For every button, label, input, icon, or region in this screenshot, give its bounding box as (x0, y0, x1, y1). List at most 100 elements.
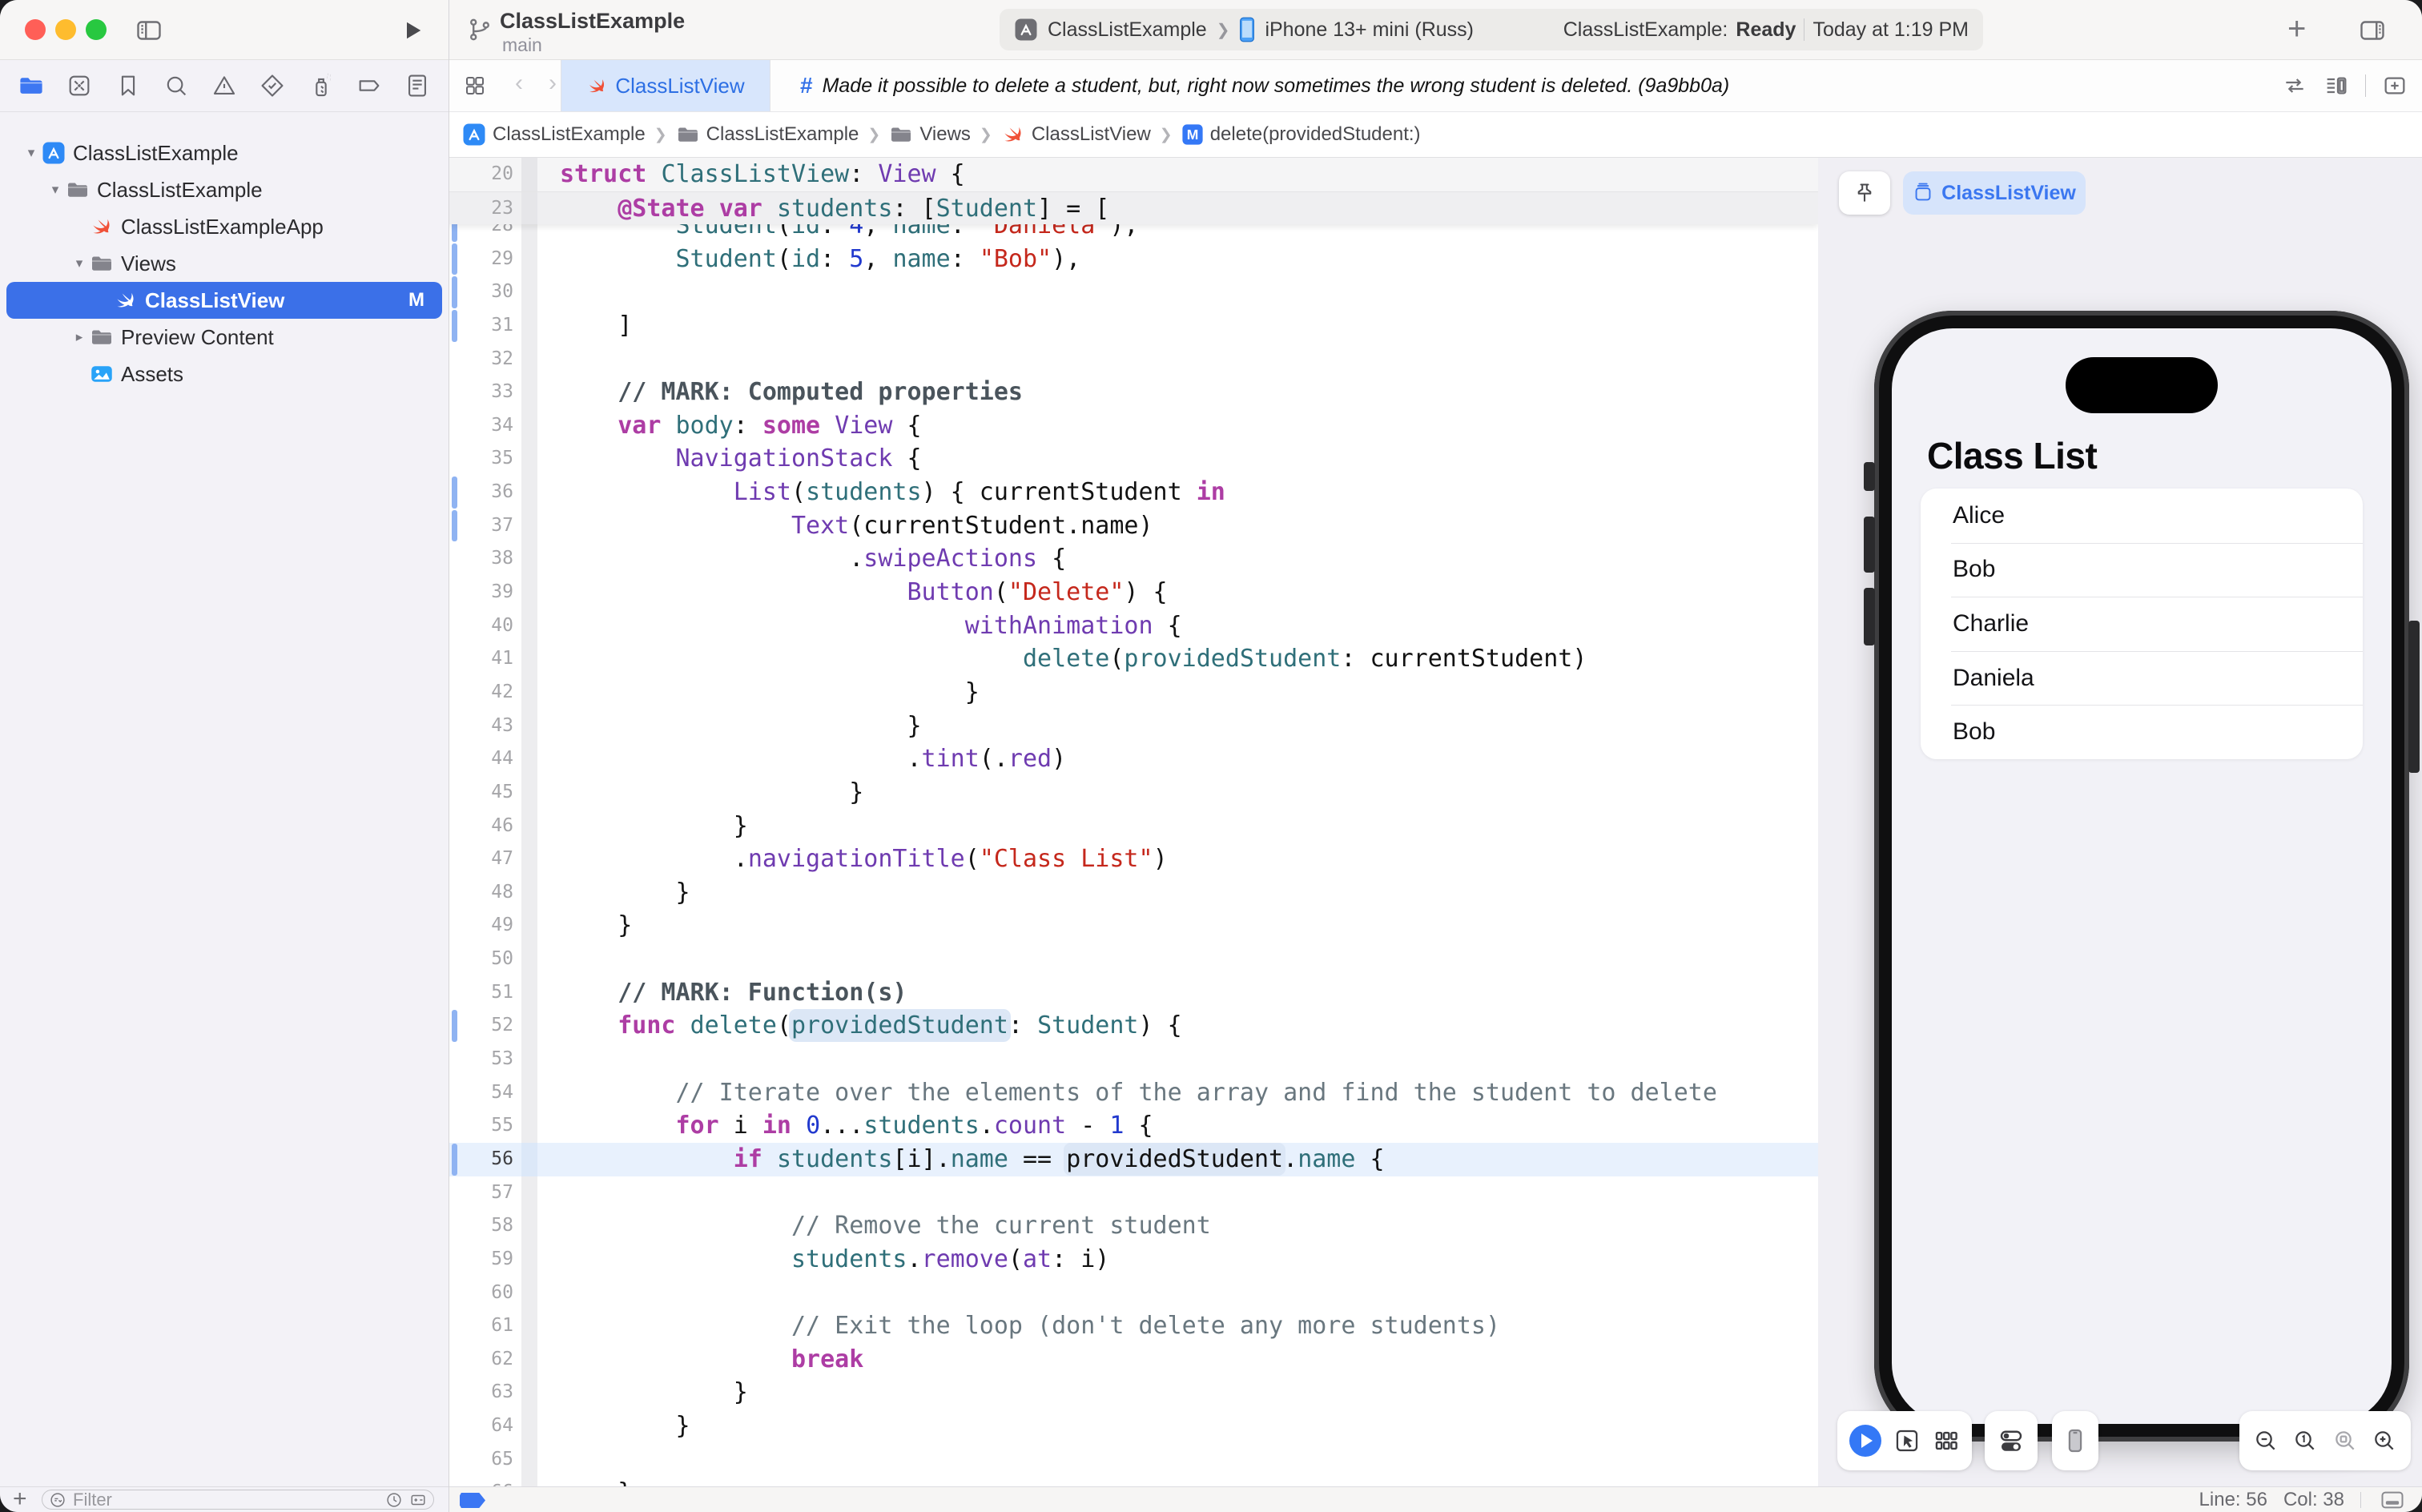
code-line-60[interactable]: 60 (449, 1276, 1818, 1310)
focus-ribbon[interactable] (521, 809, 537, 843)
focus-ribbon[interactable] (521, 1142, 537, 1176)
code-line-41[interactable]: 41 delete(providedStudent: currentStuden… (449, 642, 1818, 676)
code-line-53[interactable]: 53 (449, 1043, 1818, 1076)
source-control-filter-icon[interactable] (409, 1491, 427, 1509)
code-line-32[interactable]: 32 (449, 342, 1818, 376)
sidebar-item-classlistview[interactable]: ClassListView M (6, 282, 442, 319)
swap-editors-icon[interactable] (2282, 73, 2307, 99)
sidebar-item-preview-content[interactable]: ▸ Preview Content (0, 319, 449, 356)
code-lines[interactable]: 28 Student(id: 4, name: "Daniela"), 29 St… (449, 209, 1818, 1486)
focus-ribbon[interactable] (521, 1409, 537, 1443)
focus-ribbon[interactable] (521, 1076, 537, 1110)
code-line-54[interactable]: 54 // Iterate over the elements of the a… (449, 1076, 1818, 1110)
preview-target-pill[interactable]: ClassListView (1903, 171, 2086, 215)
code-line-61[interactable]: 61 // Exit the loop (don't delete any mo… (449, 1309, 1818, 1343)
navigator-tab-project-icon[interactable] (18, 72, 45, 99)
student-row[interactable]: Alice (1921, 489, 2363, 543)
toggle-inspector-icon[interactable] (2358, 16, 2387, 45)
navigator-tab-find-icon[interactable] (163, 72, 190, 99)
focus-ribbon[interactable] (521, 576, 537, 609)
code-line-43[interactable]: 43 } (449, 709, 1818, 743)
code-line-29[interactable]: 29 Student(id: 5, name: "Bob"), (449, 242, 1818, 276)
minimize-window-button[interactable] (55, 19, 76, 40)
focus-ribbon[interactable] (521, 509, 537, 543)
focus-ribbon[interactable] (521, 275, 537, 309)
code-line-63[interactable]: 63 } (449, 1376, 1818, 1410)
code-line-42[interactable]: 42 } (449, 675, 1818, 710)
recent-files-icon[interactable] (385, 1491, 403, 1509)
code-line-51[interactable]: 51 // MARK: Function(s) (449, 975, 1818, 1010)
toggle-navigator-icon[interactable] (135, 16, 163, 45)
run-button[interactable] (397, 16, 426, 45)
focus-ribbon[interactable] (521, 1442, 537, 1477)
chevron-down-icon[interactable]: ▾ (69, 255, 90, 271)
code-line-62[interactable]: 62 break (449, 1342, 1818, 1377)
tab-classlistview[interactable]: ClassListView (561, 60, 770, 111)
code-line-20[interactable]: 20 struct ClassListView: View { (449, 158, 1818, 191)
chevron-right-icon[interactable]: ▸ (69, 329, 90, 345)
focus-ribbon[interactable] (521, 158, 537, 191)
navigator-tab-bookmarks-icon[interactable] (115, 72, 142, 99)
code-line-59[interactable]: 59 students.remove(at: i) (449, 1242, 1818, 1277)
breadcrumb-item[interactable]: ClassListExample (462, 123, 646, 147)
code-line-56[interactable]: 56 if students[i].name == providedStuden… (449, 1142, 1818, 1176)
code-line-65[interactable]: 65 (449, 1442, 1818, 1477)
focus-ribbon[interactable] (521, 1276, 537, 1310)
zoom-in-icon[interactable] (2372, 1428, 2397, 1454)
code-line-30[interactable]: 30 (449, 275, 1818, 309)
device-icon[interactable] (2062, 1427, 2089, 1454)
breadcrumb-item[interactable]: ClassListExample (676, 123, 859, 147)
focus-ribbon[interactable] (521, 376, 537, 409)
filter-input[interactable]: Filter (42, 1490, 434, 1510)
close-window-button[interactable] (25, 19, 46, 40)
focus-ribbon[interactable] (521, 709, 537, 743)
tab-overview-icon[interactable] (463, 74, 487, 98)
code-line-37[interactable]: 37 Text(currentStudent.name) (449, 509, 1818, 543)
focus-ribbon[interactable] (521, 1009, 537, 1044)
focus-ribbon[interactable] (521, 308, 537, 343)
library-add-icon[interactable]: + (2287, 11, 2306, 47)
chevron-down-icon[interactable]: ▾ (45, 182, 66, 198)
code-line-49[interactable]: 49 } (449, 909, 1818, 943)
focus-ribbon[interactable] (521, 242, 537, 276)
focus-ribbon[interactable] (521, 1376, 537, 1410)
code-line-64[interactable]: 64 } (449, 1409, 1818, 1443)
sidebar-item-views[interactable]: ▾ Views (0, 245, 449, 282)
focus-ribbon[interactable] (521, 1209, 537, 1243)
focus-ribbon[interactable] (521, 1309, 537, 1343)
sidebar-item-classlistexample[interactable]: ▾ ClassListExample (0, 135, 449, 171)
add-editor-icon[interactable] (2382, 73, 2408, 99)
navigator-tab-reports-icon[interactable] (404, 72, 431, 99)
student-row[interactable]: Bob (1921, 542, 2363, 597)
focus-ribbon[interactable] (521, 542, 537, 577)
code-line-36[interactable]: 36 List(students) { currentStudent in (449, 476, 1818, 509)
focus-ribbon[interactable] (521, 1043, 537, 1076)
run-destination-label[interactable]: iPhone 13+ mini (Russ) (1265, 18, 1474, 42)
focus-ribbon[interactable] (521, 975, 537, 1010)
focus-ribbon[interactable] (521, 875, 537, 910)
pin-preview-button[interactable] (1839, 171, 1890, 215)
variants-icon[interactable] (1933, 1427, 1960, 1454)
code-line-48[interactable]: 48 } (449, 875, 1818, 910)
code-line-34[interactable]: 34 var body: some View { (449, 408, 1818, 443)
focus-ribbon[interactable] (521, 609, 537, 643)
focus-ribbon[interactable] (521, 943, 537, 976)
focus-ribbon[interactable] (521, 442, 537, 477)
focus-ribbon[interactable] (521, 675, 537, 710)
zoom-out-icon[interactable] (2253, 1428, 2279, 1454)
code-line-39[interactable]: 39 Button("Delete") { (449, 576, 1818, 609)
device-settings-icon[interactable] (1997, 1426, 2026, 1455)
code-line-46[interactable]: 46 } (449, 809, 1818, 843)
code-line-52[interactable]: 52 func delete(providedStudent: Student)… (449, 1009, 1818, 1044)
focus-ribbon[interactable] (521, 1342, 537, 1377)
focus-ribbon[interactable] (521, 191, 537, 225)
code-line-58[interactable]: 58 // Remove the current student (449, 1209, 1818, 1243)
navigator-tab-breakpoints-icon[interactable] (356, 72, 383, 99)
focus-ribbon[interactable] (521, 775, 537, 810)
zoom-fit-icon[interactable] (2332, 1428, 2358, 1454)
focus-ribbon[interactable] (521, 1109, 537, 1143)
sidebar-item-classlistexampleapp[interactable]: ClassListExampleApp (0, 208, 449, 245)
code-line-57[interactable]: 57 (449, 1176, 1818, 1210)
sidebar-item-classlistexample[interactable]: ▾ ClassListExample (0, 171, 449, 208)
code-line-47[interactable]: 47 .navigationTitle("Class List") (449, 842, 1818, 876)
